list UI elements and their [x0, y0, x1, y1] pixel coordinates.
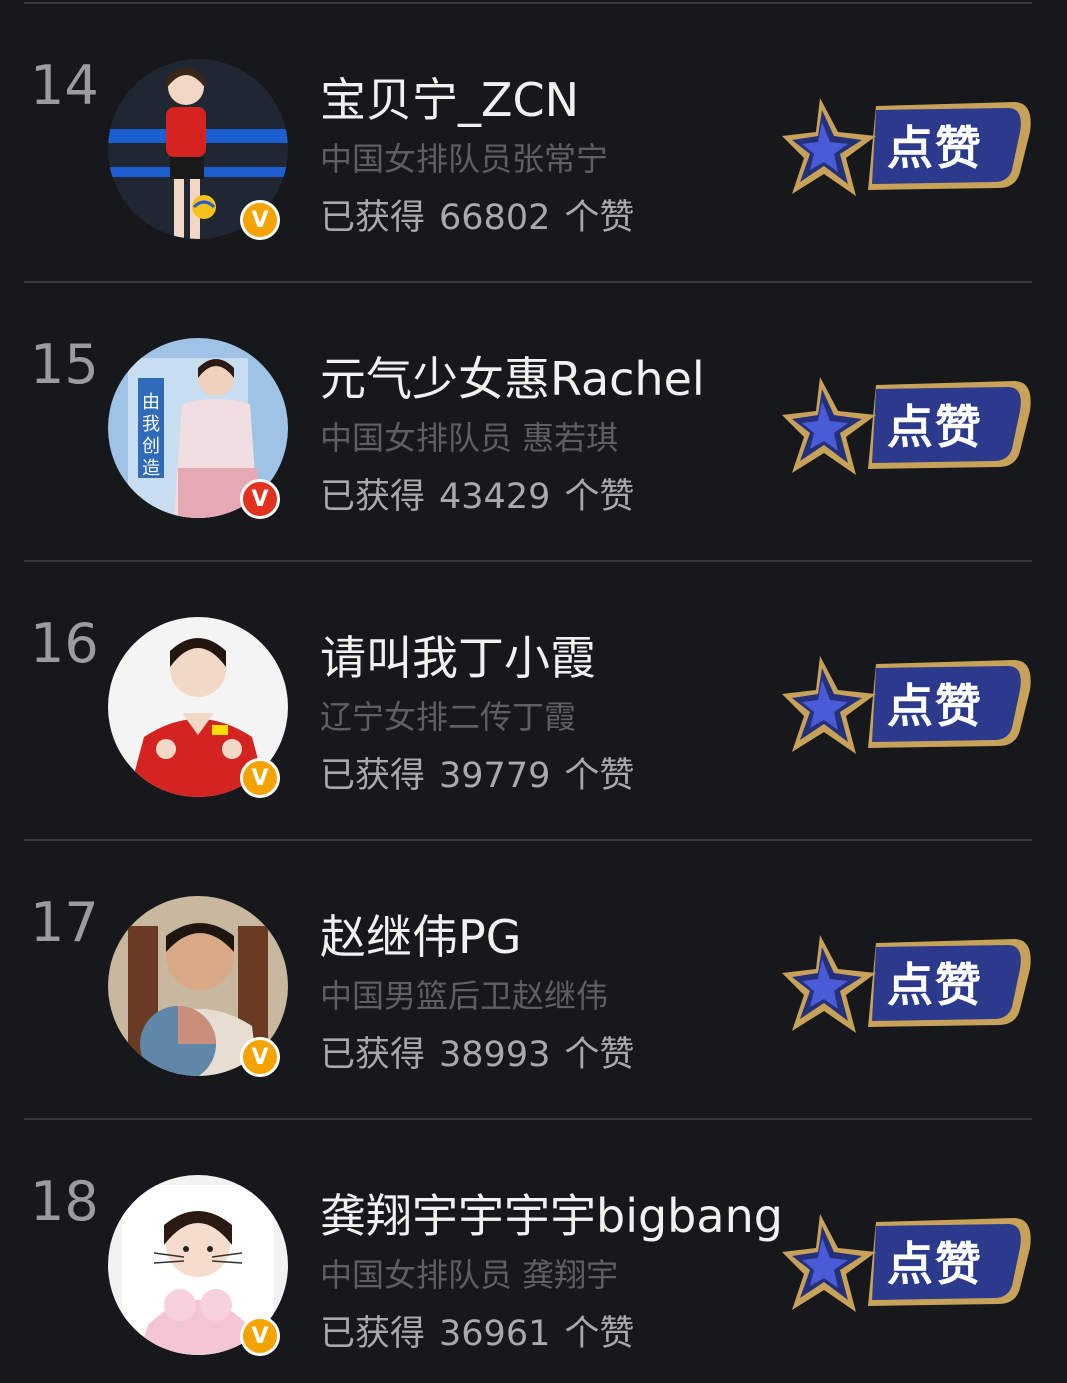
likes-prefix: 已获得: [320, 756, 426, 796]
verified-badge-icon: V: [240, 1037, 280, 1077]
user-description: 中国女排队员 龚翔宇: [320, 1256, 619, 1294]
likes-value: 38993: [439, 1035, 551, 1075]
rank-number: 15: [30, 333, 99, 396]
like-button-label: 点赞: [887, 400, 983, 454]
likes-value: 66802: [439, 198, 551, 238]
like-button-label: 点赞: [887, 958, 983, 1012]
like-button[interactable]: 点赞: [780, 929, 1034, 1045]
verified-badge-icon: V: [240, 1316, 280, 1356]
user-description: 中国男篮后卫赵继伟: [320, 977, 609, 1015]
like-count: 已获得 66802 个赞: [320, 189, 648, 240]
rank-number: 16: [30, 612, 99, 675]
likes-prefix: 已获得: [320, 1314, 426, 1354]
rank-number: 18: [30, 1170, 99, 1233]
likes-value: 36961: [439, 1314, 551, 1354]
like-button[interactable]: 点赞: [780, 92, 1034, 208]
like-count: 已获得 36961 个赞: [320, 1305, 648, 1356]
like-count: 已获得 43429 个赞: [320, 468, 648, 519]
likes-suffix: 个赞: [564, 477, 635, 517]
user-name[interactable]: 宝贝宁_ZCN: [320, 64, 579, 130]
like-button[interactable]: 点赞: [780, 371, 1034, 487]
svg-text:我: 我: [142, 414, 160, 435]
like-button[interactable]: 点赞: [780, 650, 1034, 766]
likes-suffix: 个赞: [564, 1314, 635, 1354]
user-name[interactable]: 赵继伟PG: [320, 901, 521, 967]
likes-suffix: 个赞: [564, 1035, 635, 1075]
user-description: 中国女排队员 惠若琪: [320, 419, 619, 457]
like-count: 已获得 38993 个赞: [320, 1026, 648, 1077]
user-description: 辽宁女排二传丁霞: [320, 698, 577, 736]
user-description: 中国女排队员张常宁: [320, 140, 609, 178]
like-button-label: 点赞: [887, 121, 983, 175]
list-item[interactable]: 14 V 宝贝宁_ZCN 中国女排队员张常宁 已获得 66802 个赞 点赞: [0, 4, 1067, 283]
verified-badge-icon: V: [240, 479, 280, 519]
verified-badge-icon: V: [240, 758, 280, 798]
like-button-label: 点赞: [887, 1237, 983, 1291]
likes-prefix: 已获得: [320, 1035, 426, 1075]
like-button-label: 点赞: [887, 679, 983, 733]
likes-value: 43429: [439, 477, 551, 517]
rank-number: 17: [30, 891, 99, 954]
svg-text:造: 造: [142, 458, 160, 479]
svg-text:创: 创: [142, 436, 160, 457]
likes-prefix: 已获得: [320, 477, 426, 517]
list-item[interactable]: 18 V 点赞 龚翔宇宇宇宇bigbang 中国女排队员 龚翔宇 已获得 369…: [0, 1120, 1067, 1383]
like-button[interactable]: 点赞: [780, 1208, 1034, 1324]
likes-value: 39779: [439, 756, 551, 796]
svg-text:由: 由: [142, 392, 160, 413]
likes-prefix: 已获得: [320, 198, 426, 238]
rank-number: 14: [30, 54, 99, 117]
user-name[interactable]: 请叫我丁小霞: [320, 622, 596, 688]
likes-suffix: 个赞: [564, 756, 635, 796]
ranking-list: 14 V 宝贝宁_ZCN 中国女排队员张常宁 已获得 66802 个赞 点赞 1…: [0, 0, 1067, 1383]
likes-suffix: 个赞: [564, 198, 635, 238]
list-item[interactable]: 15 由 我 创 造 V 元气少女惠Rachel 中国女排队员 惠若琪 已获得 4…: [0, 283, 1067, 562]
verified-badge-icon: V: [240, 200, 280, 240]
user-name[interactable]: 元气少女惠Rachel: [320, 343, 705, 409]
list-item[interactable]: 16 V 请叫我丁小霞 辽宁女排二传丁霞 已获得 39779 个赞 点赞: [0, 562, 1067, 841]
like-count: 已获得 39779 个赞: [320, 747, 648, 798]
user-name[interactable]: 龚翔宇宇宇宇bigbang: [320, 1180, 783, 1246]
list-item[interactable]: 17 V 赵继伟PG 中国男篮后卫赵继伟 已获得 38993 个赞 点赞: [0, 841, 1067, 1120]
